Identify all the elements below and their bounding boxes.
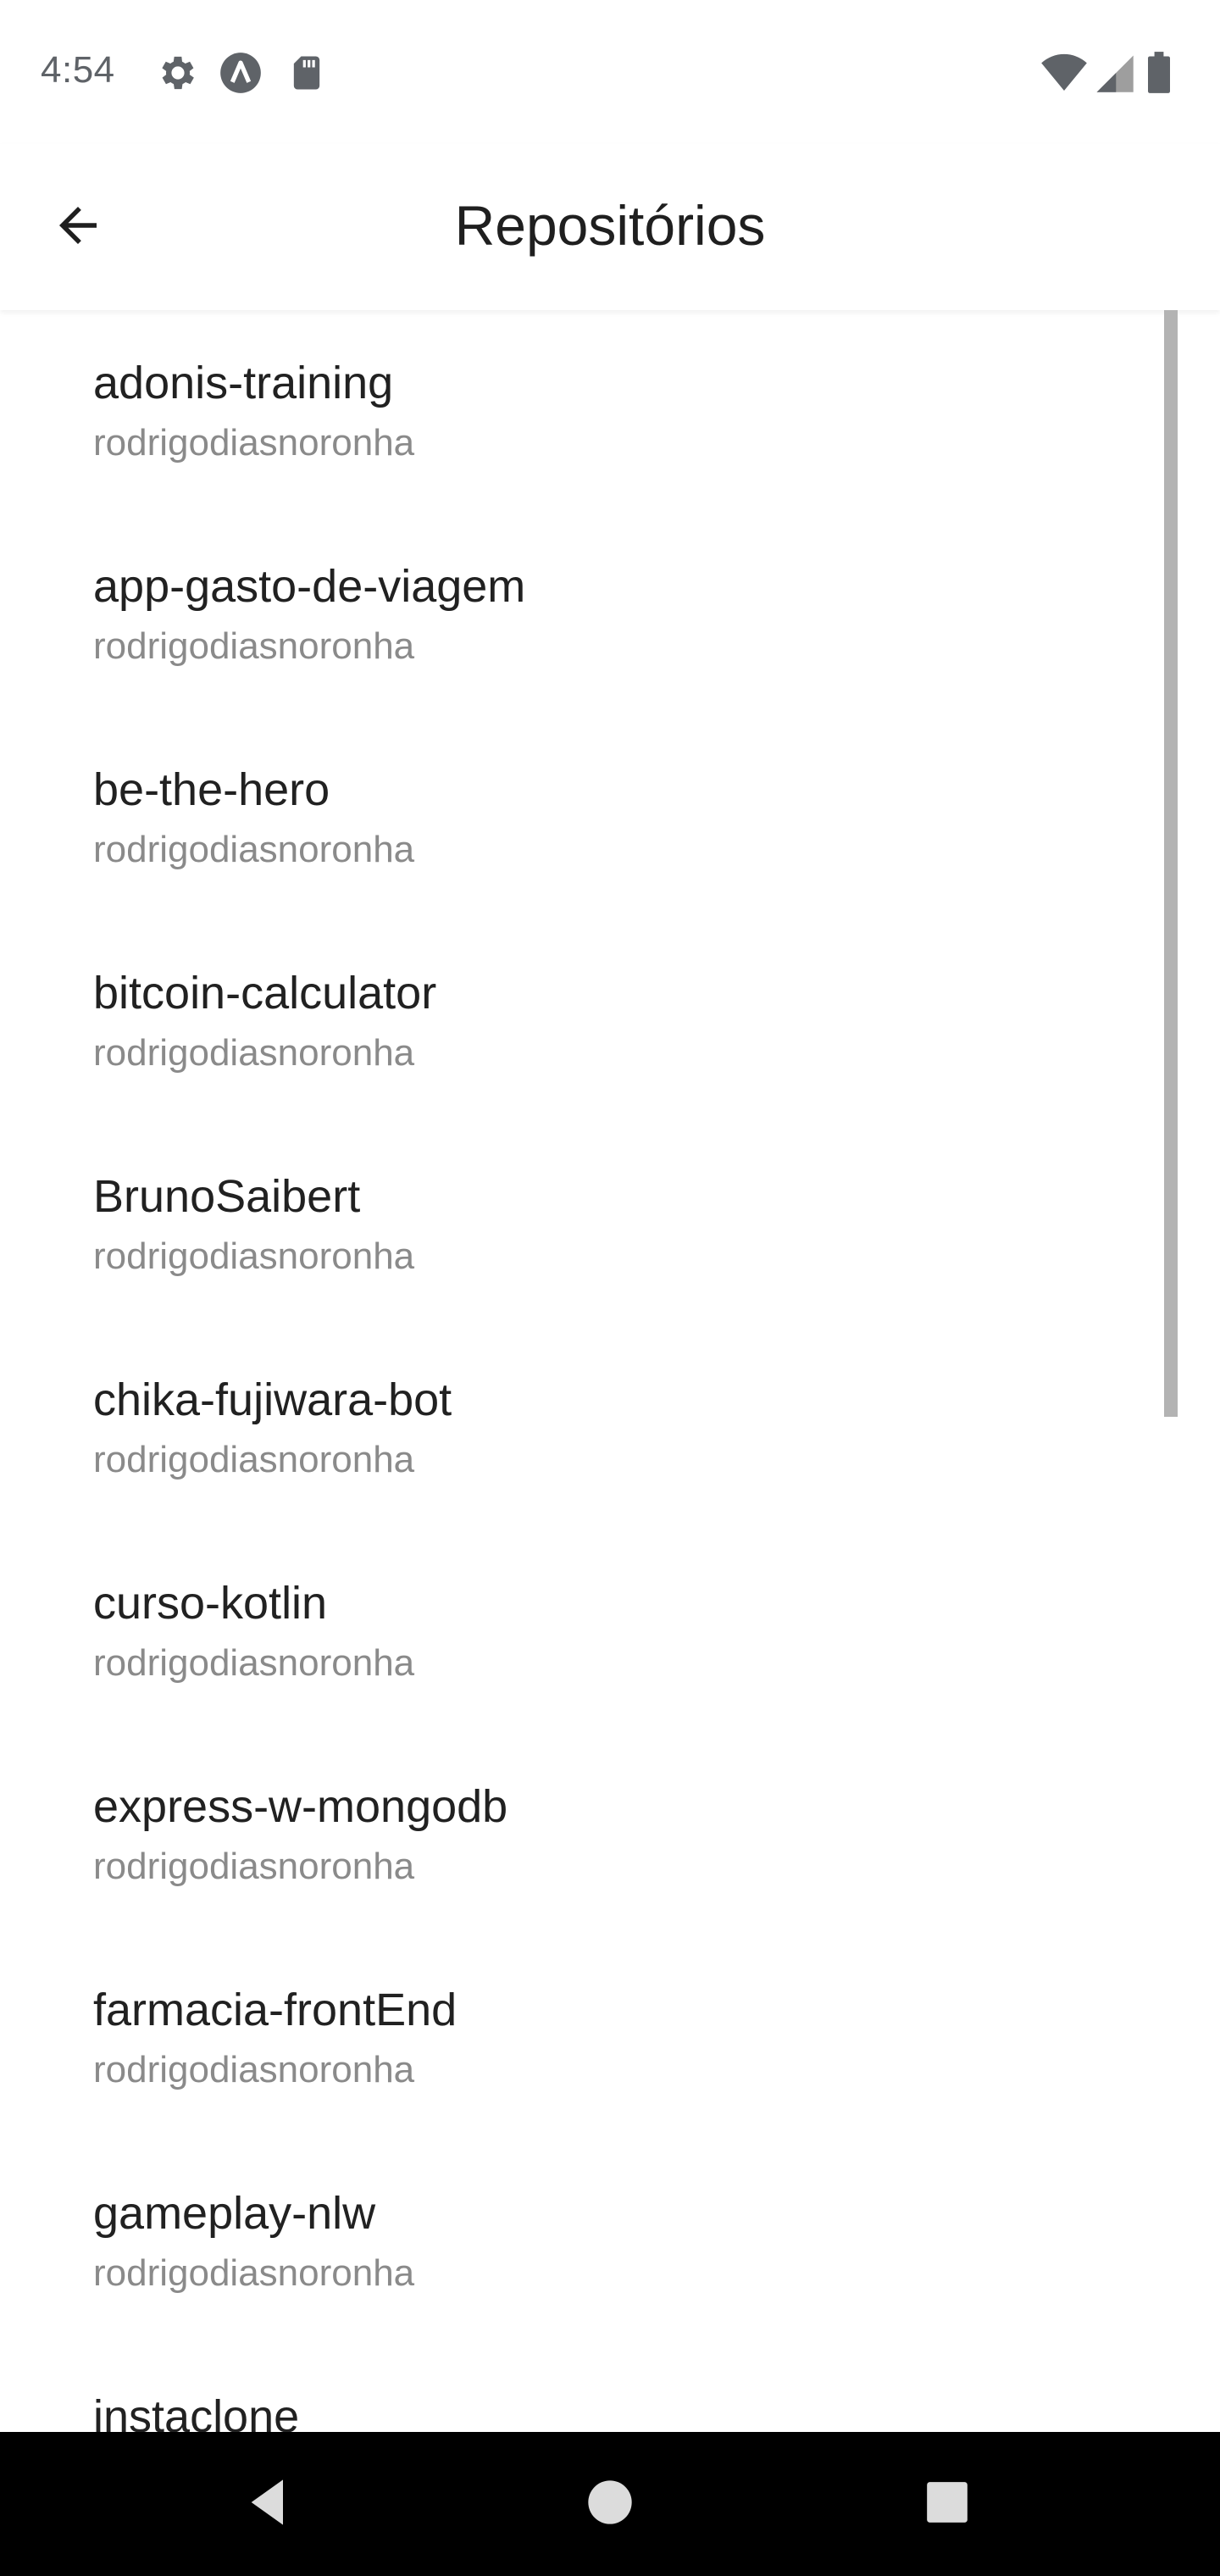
repo-owner: rodrigodiasnoronha [93, 829, 415, 870]
repo-owner: rodrigodiasnoronha [93, 422, 415, 464]
scrollbar-thumb[interactable] [1164, 310, 1178, 1417]
list-item[interactable]: chika-fujiwara-bot rodrigodiasnoronha [0, 1327, 1220, 1530]
back-triangle-icon [242, 2475, 297, 2534]
system-nav-bar [0, 2432, 1220, 2576]
repo-owner: rodrigodiasnoronha [93, 2049, 415, 2090]
list-item[interactable]: be-the-hero rodrigodiasnoronha [0, 717, 1220, 920]
repo-owner: rodrigodiasnoronha [93, 1642, 415, 1684]
status-bar: 4:54 [0, 0, 1220, 144]
list-item[interactable]: bitcoin-calculator rodrigodiasnoronha [0, 920, 1220, 1124]
battery-icon [1144, 51, 1174, 95]
repository-list[interactable]: adonis-training rodrigodiasnoronha app-g… [0, 310, 1220, 2432]
nav-back-button[interactable] [227, 2462, 312, 2546]
repo-name: express-w-mongodb [93, 1781, 508, 1832]
repo-owner: rodrigodiasnoronha [93, 2252, 415, 2294]
list-item[interactable]: adonis-training rodrigodiasnoronha [0, 310, 1220, 514]
repo-name: chika-fujiwara-bot [93, 1374, 452, 1425]
repo-owner: rodrigodiasnoronha [93, 1439, 415, 1480]
sd-card-icon [285, 51, 329, 95]
home-circle-icon [586, 2479, 634, 2530]
repo-owner: rodrigodiasnoronha [93, 625, 415, 667]
list-item[interactable]: BrunoSaibert rodrigodiasnoronha [0, 1124, 1220, 1327]
repo-name: instaclone [93, 2391, 300, 2432]
repo-name: BrunoSaibert [93, 1171, 361, 1222]
repo-name: gameplay-nlw [93, 2188, 376, 2239]
gear-icon [156, 51, 200, 95]
list-item[interactable]: instaclone rodrigodiasnoronha [0, 2344, 1220, 2432]
repo-name: be-the-hero [93, 764, 330, 815]
repo-name: app-gasto-de-viagem [93, 561, 526, 612]
list-item[interactable]: gameplay-nlw rodrigodiasnoronha [0, 2140, 1220, 2344]
repo-owner: rodrigodiasnoronha [93, 1032, 415, 1074]
repo-name: curso-kotlin [93, 1578, 328, 1629]
repo-name: bitcoin-calculator [93, 968, 437, 1019]
nav-recents-button[interactable] [905, 2462, 990, 2546]
app-bar: Repositórios [0, 144, 1220, 310]
list-item[interactable]: app-gasto-de-viagem rodrigodiasnoronha [0, 514, 1220, 717]
signal-icon [1093, 51, 1137, 95]
repo-owner: rodrigodiasnoronha [93, 1846, 415, 1887]
status-time: 4:54 [41, 49, 115, 91]
repo-owner: rodrigodiasnoronha [93, 1235, 415, 1277]
repo-name: adonis-training [93, 358, 394, 408]
list-item[interactable]: curso-kotlin rodrigodiasnoronha [0, 1530, 1220, 1734]
recents-square-icon [925, 2480, 969, 2529]
page-title: Repositórios [454, 194, 766, 257]
nav-home-button[interactable] [568, 2462, 652, 2546]
wifi-icon [1040, 51, 1087, 95]
repo-name: farmacia-frontEnd [93, 1985, 458, 2035]
list-item[interactable]: express-w-mongodb rodrigodiasnoronha [0, 1734, 1220, 1937]
list-item[interactable]: farmacia-frontEnd rodrigodiasnoronha [0, 1937, 1220, 2140]
app-a-icon [219, 51, 263, 95]
